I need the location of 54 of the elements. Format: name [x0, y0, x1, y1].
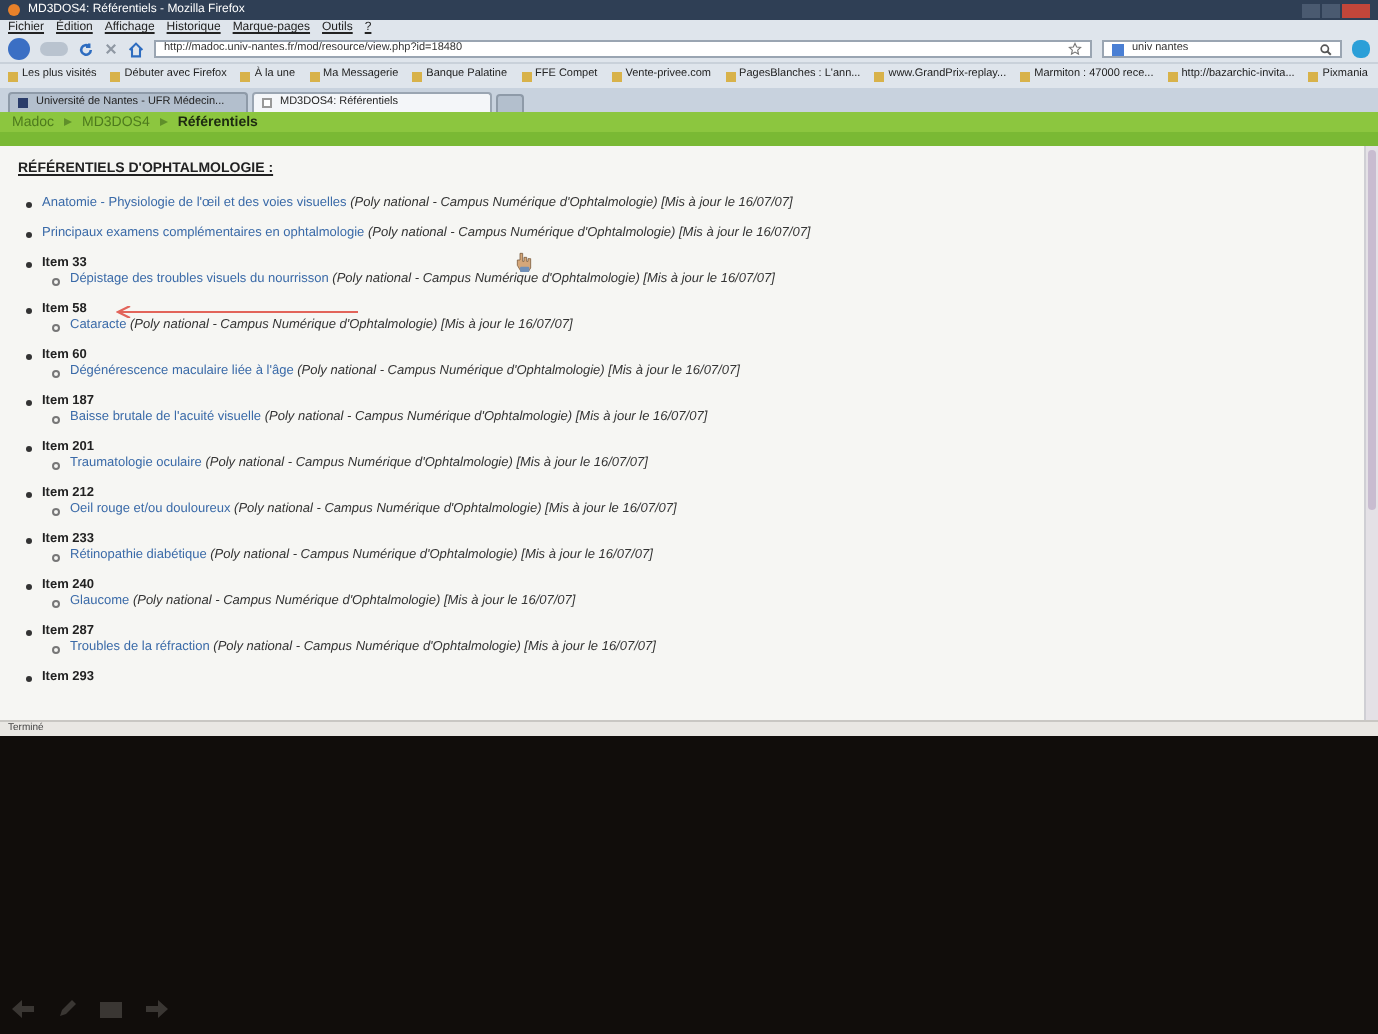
- pencil-icon[interactable]: [58, 1000, 76, 1018]
- bullet-icon: [26, 445, 32, 451]
- circle-bullet-icon: [52, 645, 60, 653]
- bullet-icon: [26, 307, 32, 313]
- circle-bullet-icon: [52, 369, 60, 377]
- close-button[interactable]: [1342, 3, 1370, 17]
- reload-icon[interactable]: [78, 41, 94, 57]
- bullet-icon: [26, 399, 32, 405]
- minimize-button[interactable]: [1302, 3, 1320, 17]
- bookmark-icon: [1308, 71, 1319, 81]
- back-button[interactable]: [8, 38, 30, 60]
- forward-button[interactable]: [40, 42, 68, 56]
- bookmark-icon: [412, 71, 423, 81]
- circle-bullet-icon: [52, 507, 60, 515]
- new-tab-button[interactable]: [496, 94, 524, 112]
- bullet-icon: [26, 231, 32, 237]
- search-icon[interactable]: [1320, 43, 1332, 55]
- home-icon[interactable]: [128, 41, 144, 57]
- bookmark-icon: [874, 71, 885, 81]
- hand-cursor-icon: [516, 252, 532, 272]
- scrollbar[interactable]: [1364, 146, 1378, 720]
- maximize-button[interactable]: [1322, 3, 1340, 17]
- circle-bullet-icon: [52, 277, 60, 285]
- separator-icon: [159, 118, 168, 126]
- bookmark-icon: [611, 71, 622, 81]
- grid-icon[interactable]: [100, 1001, 122, 1017]
- circle-bullet-icon: [52, 461, 60, 469]
- bookmark-icon: [1167, 71, 1178, 81]
- circle-bullet-icon: [52, 415, 60, 423]
- bookmark-icon: [725, 71, 736, 81]
- page-icon: [18, 98, 28, 108]
- bookmark-icon: [110, 71, 121, 81]
- bullet-icon: [26, 537, 32, 543]
- bullet-icon: [26, 675, 32, 681]
- bookmark-icon: [240, 71, 251, 81]
- bookmark-icon: [1020, 71, 1031, 81]
- page-icon: [262, 98, 272, 108]
- right-arrow-icon[interactable]: [146, 1000, 168, 1018]
- left-arrow-icon[interactable]: [12, 1000, 34, 1018]
- bullet-icon: [26, 261, 32, 267]
- separator-icon: [64, 118, 73, 126]
- bookmark-icon: [309, 71, 320, 81]
- circle-bullet-icon: [52, 323, 60, 331]
- bullet-icon: [26, 201, 32, 207]
- stop-icon[interactable]: [104, 42, 118, 56]
- bookmark-icon: [521, 71, 532, 81]
- bullet-icon: [26, 629, 32, 635]
- circle-bullet-icon: [52, 599, 60, 607]
- bookmark-icon: [8, 71, 18, 81]
- star-icon[interactable]: [1068, 42, 1082, 56]
- bullet-icon: [26, 583, 32, 589]
- circle-bullet-icon: [52, 553, 60, 561]
- bullet-icon: [26, 353, 32, 359]
- bullet-icon: [26, 491, 32, 497]
